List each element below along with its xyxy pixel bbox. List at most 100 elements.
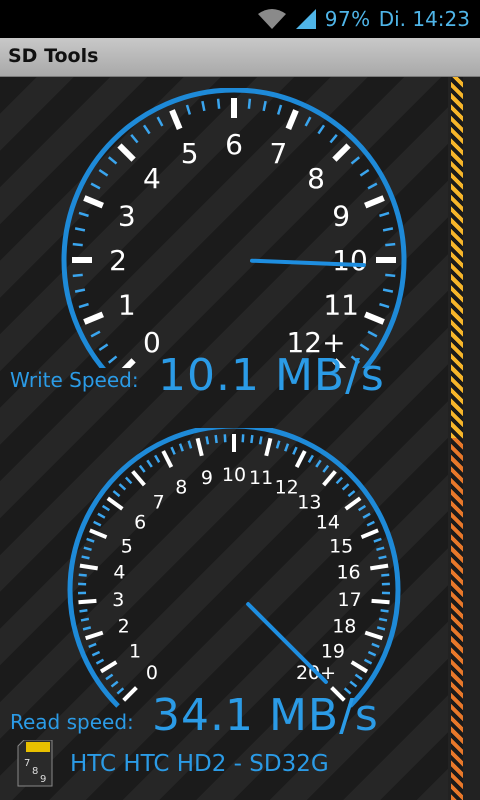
minor-tick <box>341 483 350 491</box>
status-bar: 97% Di. 14:23 <box>0 0 480 38</box>
tick-label: 0 <box>146 662 158 684</box>
minor-tick <box>367 182 378 190</box>
tick-label: 19 <box>321 640 345 662</box>
tick-label: 7 <box>269 137 287 170</box>
minor-tick <box>357 504 367 512</box>
tick-label: 2 <box>118 616 130 638</box>
minor-tick <box>90 330 101 338</box>
minor-tick <box>154 454 161 463</box>
minor-tick <box>138 464 146 473</box>
tick-label: 8 <box>307 162 325 195</box>
write-speed-gauge: 012345 6 789101112+ <box>61 88 407 368</box>
major-tick <box>99 660 118 674</box>
minor-tick <box>380 609 389 613</box>
minor-tick <box>304 116 312 127</box>
tick-label: 11 <box>249 467 273 489</box>
write-speed-value: 10.1 MB/s <box>158 350 385 401</box>
major-tick <box>364 195 385 209</box>
major-tick <box>131 470 146 487</box>
minor-tick <box>373 537 382 543</box>
major-tick <box>169 109 183 130</box>
minor-tick <box>72 273 83 278</box>
minor-tick <box>317 124 326 135</box>
tick-label: 12 <box>275 476 299 498</box>
major-tick <box>195 437 204 457</box>
minor-tick <box>363 658 373 665</box>
minor-tick <box>78 302 89 309</box>
minor-tick <box>292 446 298 455</box>
minor-tick <box>83 546 92 552</box>
major-tick <box>369 563 389 571</box>
minor-tick <box>205 436 210 445</box>
major-tick <box>264 437 273 457</box>
tick-label: 10 <box>332 244 368 277</box>
tick-label: 5 <box>181 137 199 170</box>
major-tick <box>83 195 104 209</box>
major-tick <box>83 311 104 325</box>
minor-tick <box>382 227 394 232</box>
read-speed-value: 34.1 MB/s <box>152 690 379 741</box>
minor-tick <box>385 242 396 247</box>
read-speed-label: Read speed: <box>10 710 134 734</box>
minor-tick <box>350 156 361 165</box>
minor-tick <box>347 490 356 498</box>
minor-tick <box>367 650 377 657</box>
svg-text:8: 8 <box>32 766 38 777</box>
minor-tick <box>185 104 192 115</box>
sd-card-icon: 7 8 9 <box>16 739 54 788</box>
tick-label: 14 <box>316 512 340 534</box>
minor-tick <box>72 242 83 247</box>
minor-tick <box>258 436 263 445</box>
tick-label: 6 <box>134 512 146 534</box>
minor-tick <box>379 211 390 218</box>
cell-signal-icon <box>295 8 317 30</box>
minor-tick <box>322 464 330 473</box>
wifi-icon <box>257 8 287 30</box>
minor-tick <box>187 440 193 449</box>
major-tick <box>78 598 97 605</box>
minor-tick <box>98 343 109 352</box>
minor-tick <box>262 100 267 112</box>
minor-tick <box>107 156 118 165</box>
major-tick <box>360 528 379 540</box>
minor-tick <box>250 434 254 444</box>
minor-tick <box>275 440 281 449</box>
read-speed-gauge: 01234567891011121314151617181920+ <box>67 428 401 708</box>
tick-label: 4 <box>113 562 125 584</box>
hazard-stripe-bottom <box>451 438 463 800</box>
major-tick <box>344 496 362 511</box>
tick-label: 10 <box>222 464 246 486</box>
battery-level: 97% <box>324 7 371 31</box>
minor-tick <box>80 617 90 622</box>
major-tick <box>322 470 337 487</box>
major-tick <box>285 109 299 130</box>
minor-tick <box>354 673 363 681</box>
minor-tick <box>97 512 106 519</box>
device-row: 7 8 9 HTC HTC HD2 - SD32G <box>16 739 329 788</box>
tick-label: 9 <box>201 467 213 489</box>
minor-tick <box>93 520 102 527</box>
minor-tick <box>382 288 394 293</box>
minor-tick <box>362 512 371 519</box>
minor-tick <box>146 459 153 468</box>
tick-label: 6 <box>225 128 243 161</box>
minor-tick <box>86 537 95 543</box>
minor-tick <box>98 168 109 177</box>
major-tick <box>117 143 136 162</box>
tick-label: 3 <box>118 200 136 233</box>
minor-tick <box>216 98 221 109</box>
minor-tick <box>118 483 127 491</box>
tick-label: 11 <box>323 288 359 321</box>
minor-tick <box>359 168 370 177</box>
minor-tick <box>307 454 314 463</box>
tick-label: 3 <box>112 589 124 611</box>
minor-tick <box>81 555 90 560</box>
minor-tick <box>381 573 390 577</box>
gauge-needle <box>246 602 328 684</box>
minor-tick <box>379 302 390 309</box>
minor-tick <box>130 133 139 144</box>
minor-tick <box>107 355 118 364</box>
tick-label: 4 <box>143 162 161 195</box>
major-tick <box>332 143 351 162</box>
major-tick <box>106 496 124 511</box>
